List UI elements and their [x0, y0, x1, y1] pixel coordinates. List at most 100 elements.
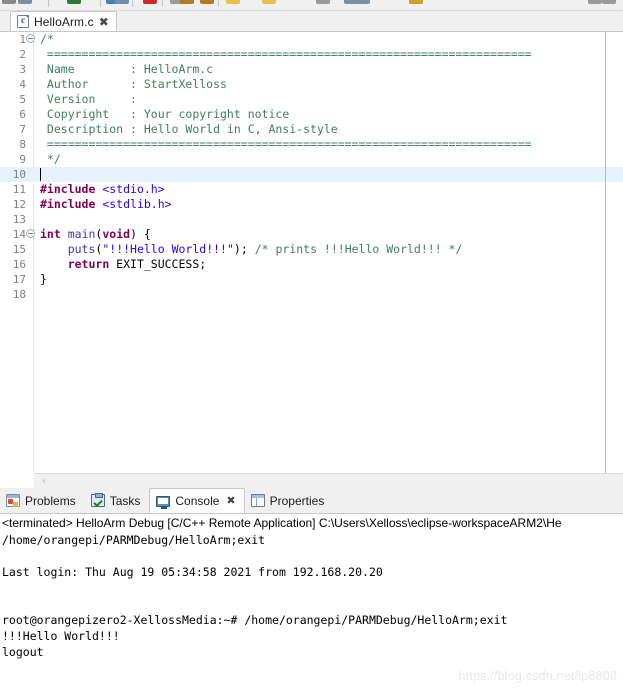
console-line: Last login: Thu Aug 19 05:34:58 2021 fro…: [2, 565, 383, 579]
view-tab-tasks[interactable]: Tasks: [85, 488, 150, 513]
view-tab-label: Tasks: [109, 493, 141, 508]
toolbar-separator: [100, 0, 101, 7]
search-icon[interactable]: [18, 0, 33, 4]
code-line[interactable]: 5 Version :: [0, 92, 623, 107]
console-line: !!!Hello World!!!: [2, 629, 120, 643]
code-text: /*: [40, 32, 54, 46]
code-line[interactable]: 11 #include <stdio.h>: [0, 182, 623, 197]
line-number: 18: [12, 288, 26, 301]
line-number: 1: [19, 33, 26, 46]
view-tab-label: Console: [175, 493, 220, 508]
code-text: Author : StartXelloss: [40, 77, 227, 91]
code-text: #include <stdlib.h>: [40, 197, 172, 211]
line-number: 15: [12, 243, 26, 256]
close-icon[interactable]: ✖: [99, 16, 109, 28]
view-tab-label: Properties: [269, 493, 325, 508]
code-line[interactable]: 12 #include <stdlib.h>: [0, 197, 623, 212]
code-text: puts("!!!Hello World!!!"); /* prints !!!…: [67, 242, 463, 256]
view-tab-properties[interactable]: Properties: [245, 488, 334, 513]
console-line: /home/orangepi/PARMDebug/HelloArm;exit: [2, 533, 266, 547]
console-view[interactable]: <terminated> HelloArm Debug [C/C++ Remot…: [0, 513, 623, 692]
console-icon: [156, 495, 171, 509]
line-number: 7: [19, 123, 26, 136]
line-number: 5: [19, 93, 26, 106]
code-line[interactable]: 6 Copyright : Your copyright notice: [0, 107, 623, 122]
editor-tab-label: HelloArm.c: [34, 14, 94, 29]
console-line: logout: [2, 645, 44, 659]
window-icon[interactable]: [316, 0, 330, 4]
code-line[interactable]: 10: [0, 167, 623, 182]
print-margin-line: [605, 32, 606, 473]
code-text: ========================================…: [40, 47, 532, 61]
view-tab-console[interactable]: Console ✖: [149, 488, 245, 513]
folder-open-icon[interactable]: [200, 0, 214, 4]
code-line[interactable]: 8 ======================================…: [0, 137, 623, 152]
code-line[interactable]: 17}: [0, 272, 623, 287]
editor-tab-bar: HelloArm.c ✖: [0, 11, 623, 31]
code-text: Description : Hello World in C, Ansi-sty…: [40, 122, 338, 136]
code-line[interactable]: 13: [0, 212, 623, 227]
tasks-icon: [90, 493, 105, 507]
view-tab-bar: Problems Tasks Console ✖ Properties: [0, 488, 623, 513]
view-tab-label: Problems: [25, 493, 76, 508]
code-text: int main(void) {: [40, 227, 151, 241]
code-text: Copyright : Your copyright notice: [40, 107, 290, 121]
code-line[interactable]: 4 Author : StartXelloss: [0, 77, 623, 92]
text-caret: [40, 168, 41, 181]
code-line[interactable]: 16 return EXIT_SUCCESS;: [0, 257, 623, 272]
code-text: Version :: [40, 92, 137, 106]
editor-area: HelloArm.c ✖ 1/*2 ======================…: [0, 11, 623, 488]
watermark-text: https://blog.csdn.net/lp8800: [458, 669, 617, 683]
code-editor[interactable]: 1/* 2 ===================================…: [0, 31, 623, 473]
code-text: */: [40, 152, 61, 166]
line-number: 4: [19, 78, 26, 91]
toolbar-separator: [132, 0, 133, 7]
code-line[interactable]: 7 Description : Hello World in C, Ansi-s…: [0, 122, 623, 137]
console-output: /home/orangepi/PARMDebug/HelloArm;exit L…: [0, 532, 623, 660]
line-number: 14: [12, 228, 26, 241]
scroll-left-icon[interactable]: ‹: [42, 476, 46, 487]
note-icon[interactable]: [408, 0, 423, 4]
build-icon[interactable]: [67, 0, 82, 4]
code-text: return EXIT_SUCCESS;: [67, 257, 207, 271]
console-line: root@orangepizero2-XellossMedia:~# /home…: [2, 613, 508, 627]
new-wizard-icon[interactable]: [2, 0, 17, 4]
code-line[interactable]: 3 Name : HelloArm.c: [0, 62, 623, 77]
folder-icon[interactable]: [180, 0, 194, 4]
terminate-icon[interactable]: [142, 0, 157, 4]
view-tab-problems[interactable]: Problems: [0, 488, 85, 513]
console-launch-header: <terminated> HelloArm Debug [C/C++ Remot…: [2, 516, 562, 530]
line-number: 16: [12, 258, 26, 271]
bookmark-icon[interactable]: [356, 0, 370, 4]
eclipse-ide-window: HelloArm.c ✖ 1/*2 ======================…: [0, 0, 623, 692]
code-line[interactable]: 15 puts("!!!Hello World!!!"); /* prints …: [0, 242, 623, 257]
line-number: 17: [12, 273, 26, 286]
line-number: 8: [19, 138, 26, 151]
fold-collapse-icon[interactable]: [26, 34, 35, 43]
code-text: }: [40, 272, 47, 286]
perspective-active-icon[interactable]: [262, 0, 276, 4]
code-line[interactable]: 14 int main(void) {: [0, 227, 623, 242]
code-line[interactable]: 18: [0, 287, 623, 302]
toolbar-separator: [162, 0, 163, 7]
editor-horizontal-scrollbar[interactable]: ‹: [34, 473, 623, 488]
source-code[interactable]: 1/* 2 ===================================…: [0, 32, 623, 473]
run-as-icon[interactable]: [115, 0, 130, 4]
line-number: 10: [12, 168, 26, 181]
code-line[interactable]: 1 /*: [0, 32, 623, 47]
minimize-icon[interactable]: [588, 0, 602, 4]
close-icon[interactable]: ✖: [226, 494, 235, 507]
fold-collapse-icon[interactable]: [26, 229, 35, 238]
editor-tab-helloarm-c[interactable]: HelloArm.c ✖: [10, 11, 117, 31]
code-line[interactable]: 9 */: [0, 152, 623, 167]
maximize-icon[interactable]: [602, 0, 616, 4]
c-file-icon: [17, 15, 29, 28]
line-number: 2: [19, 48, 26, 61]
code-line[interactable]: 2 ======================================…: [0, 47, 623, 62]
main-toolbar: [0, 0, 623, 11]
lightbulb-icon[interactable]: [226, 0, 240, 4]
toolbar-separator: [218, 0, 219, 7]
